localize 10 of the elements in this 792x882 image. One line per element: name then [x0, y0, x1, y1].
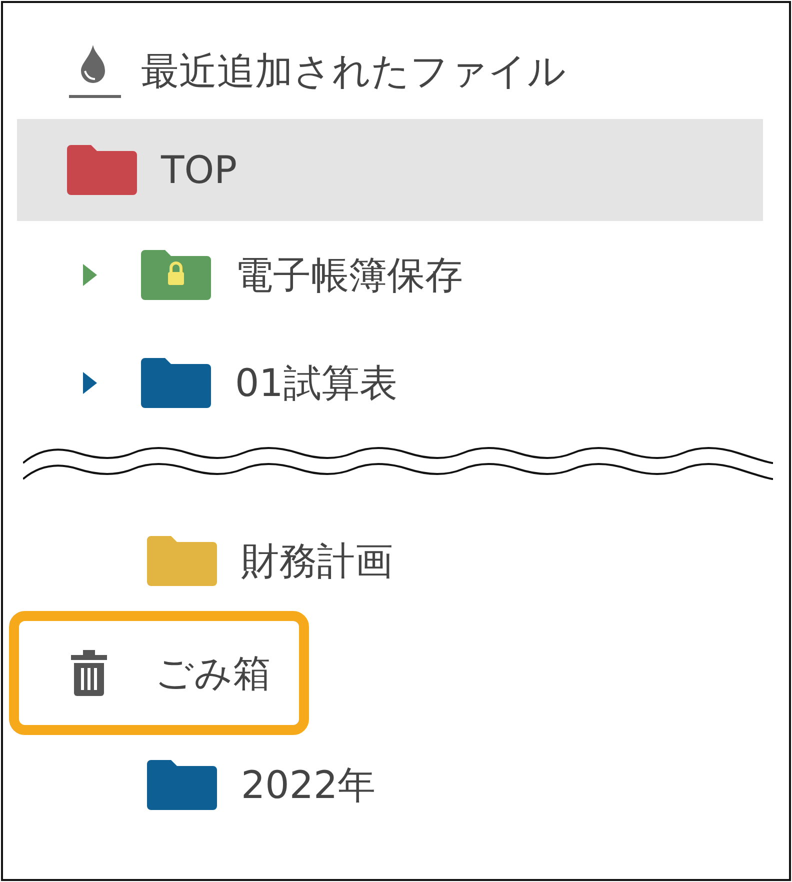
- expand-arrow-icon[interactable]: [83, 264, 97, 286]
- trash-icon: [71, 650, 107, 696]
- tree-item[interactable]: 2022年: [3, 735, 789, 835]
- tree-item[interactable]: 財務計画: [3, 511, 789, 611]
- expand-arrow-icon[interactable]: [83, 372, 97, 394]
- recent-files-link[interactable]: 最近追加されたファイル: [3, 23, 789, 119]
- tree-item[interactable]: 電子帳簿保存: [3, 221, 789, 329]
- tree-item[interactable]: TOP: [17, 119, 763, 221]
- tree-item[interactable]: 01試算表: [3, 329, 789, 437]
- trash-link[interactable]: ごみ箱: [9, 611, 309, 735]
